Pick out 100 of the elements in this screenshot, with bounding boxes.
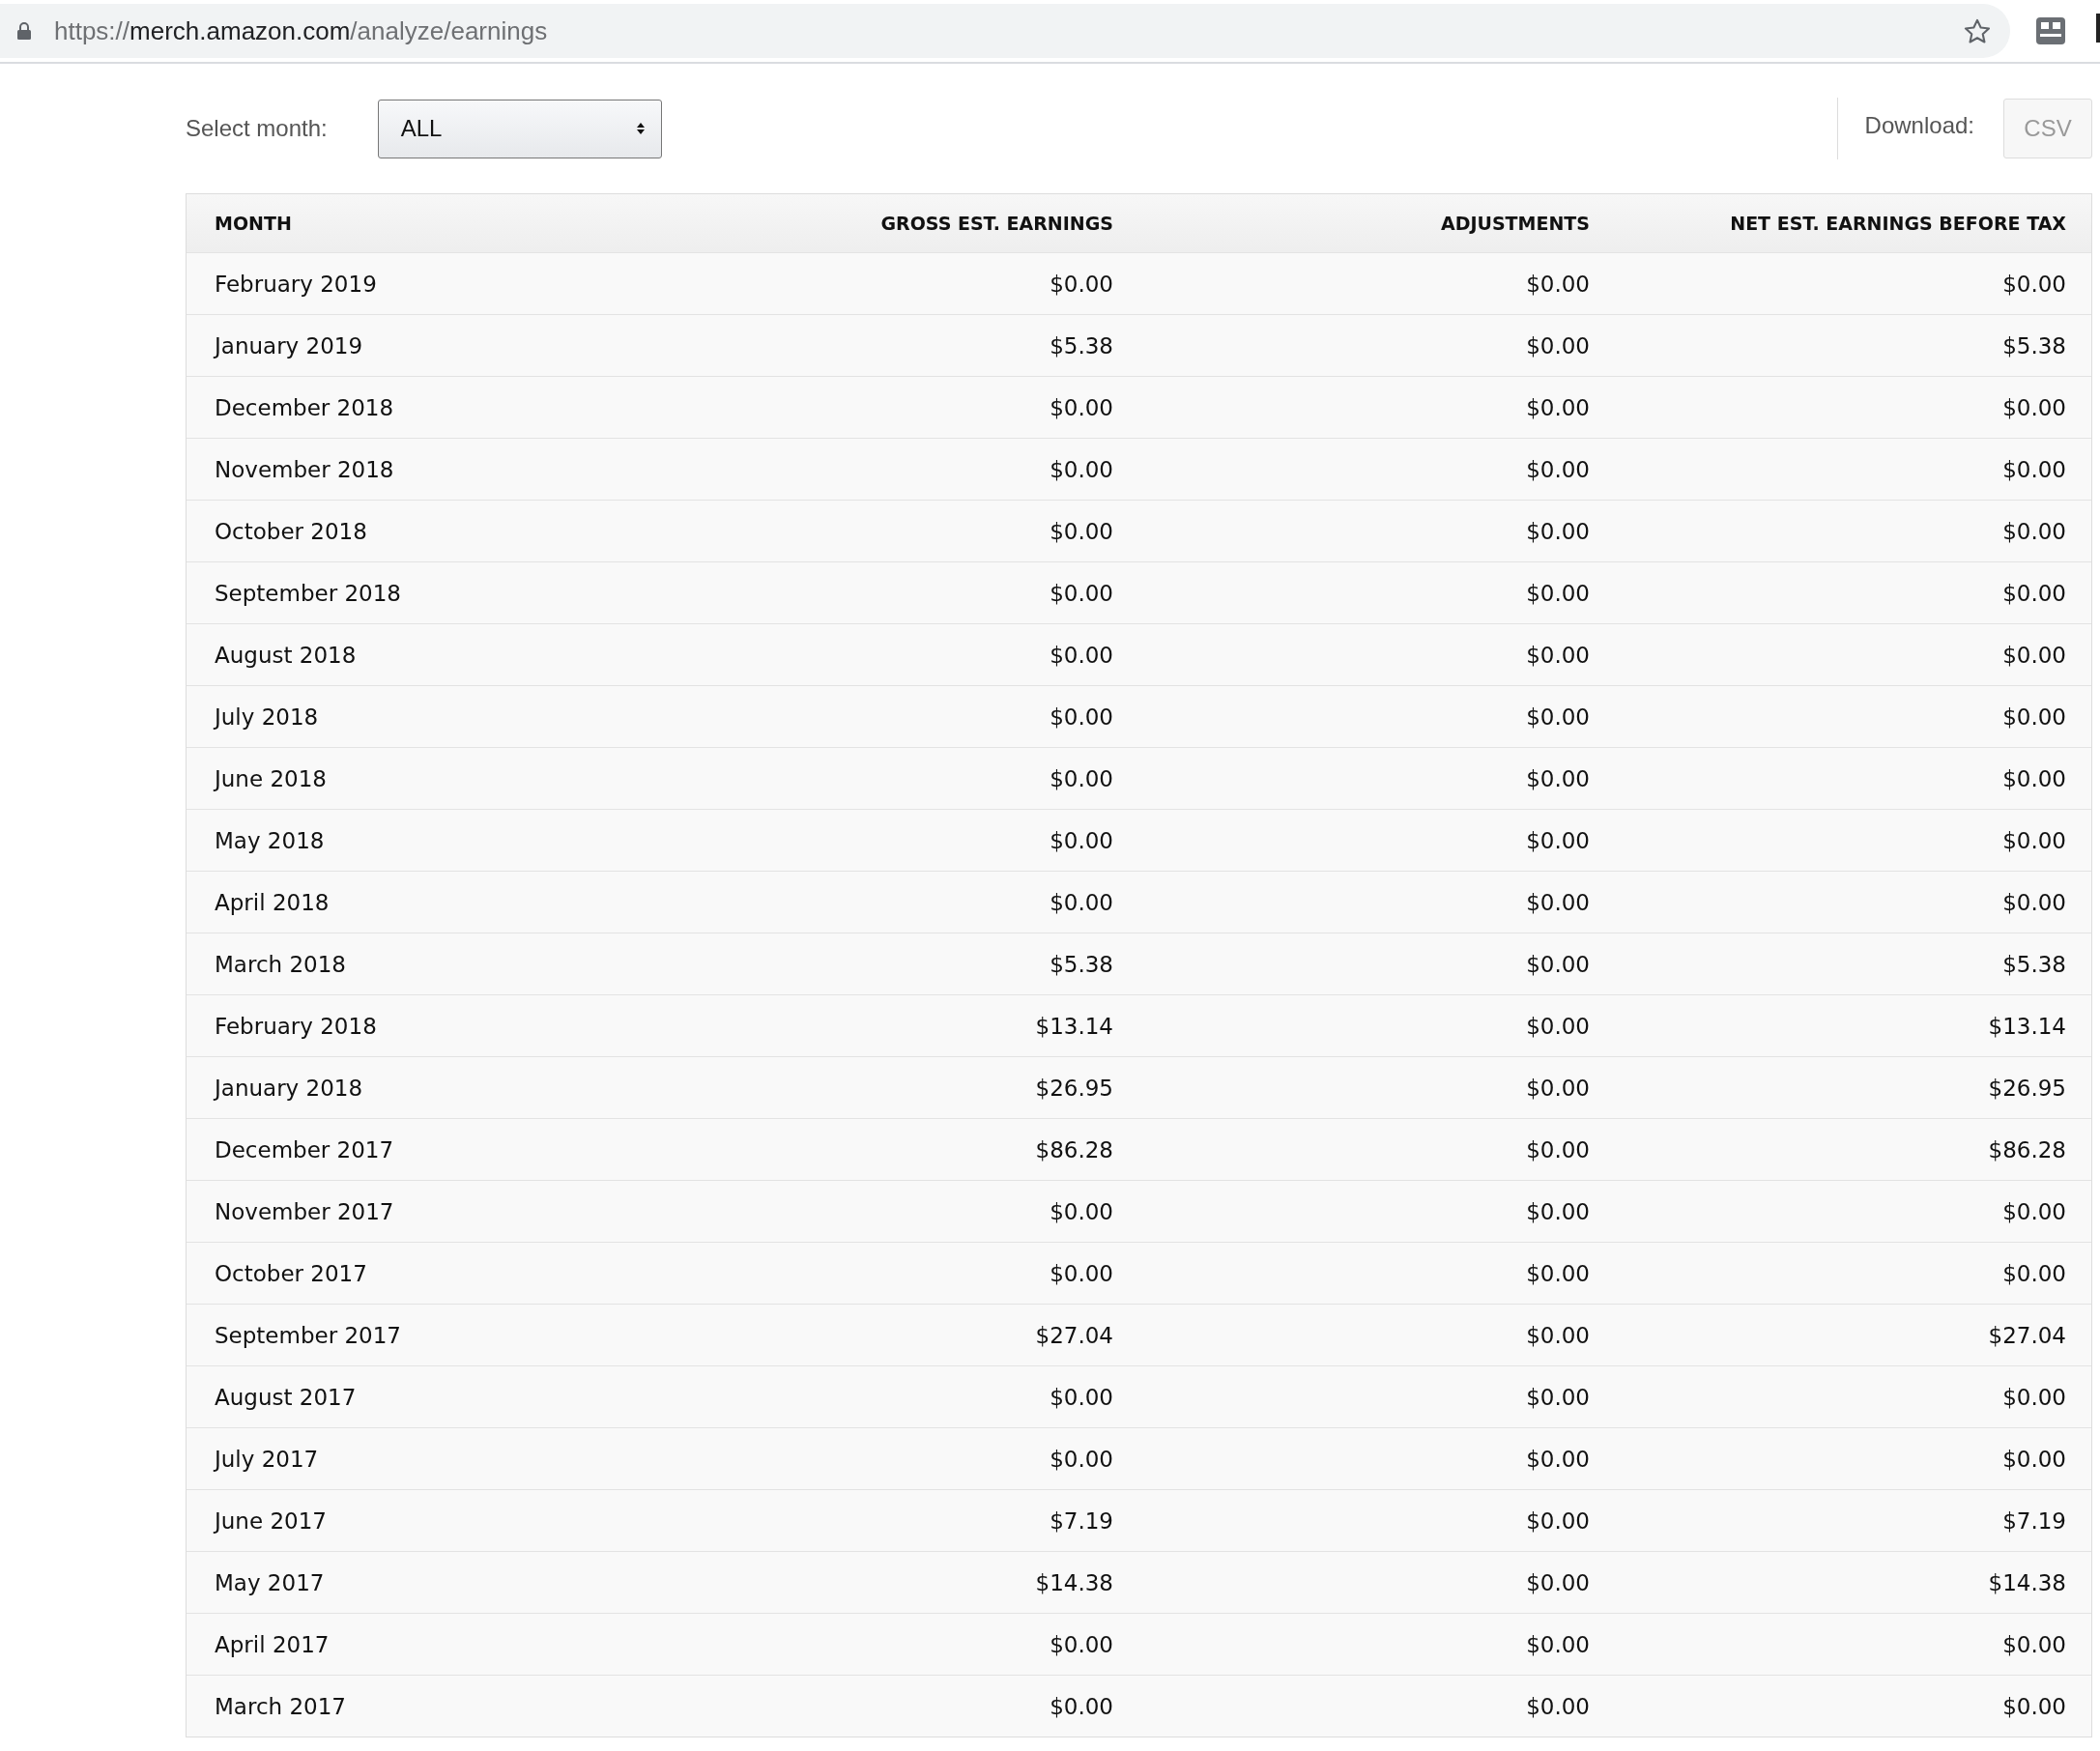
table-cell-text: January 2018: [215, 1075, 364, 1101]
table-cell: $0.00: [2002, 703, 2066, 730]
table-cell: $0.00: [2002, 1631, 2066, 1657]
download-label: Download:: [1864, 112, 1974, 139]
table-cell: $0.00: [1526, 518, 1590, 544]
table-cell: $0.00: [1526, 1693, 1590, 1719]
address-bar[interactable]: https://merch.amazon.com/analyze/earnings: [0, 4, 2010, 58]
table-cell: $0.00: [2002, 889, 2066, 915]
table-cell-text: August 2018: [215, 642, 358, 668]
table-cell-text: June 2017: [215, 1507, 328, 1534]
table-cell: $0.00: [2002, 827, 2066, 853]
table-cell: $0.00: [1526, 1136, 1590, 1163]
table-cell: $0.00: [1526, 642, 1590, 668]
table-cell-text: July 2017: [215, 1446, 320, 1472]
table-cell: $0.00: [1050, 1693, 1113, 1719]
column-header: ADJUSTMENTS: [1440, 213, 1590, 234]
spinner-arrows-icon: [635, 121, 646, 136]
table-cell: $26.95: [1035, 1075, 1113, 1101]
table-cell: $0.00: [1050, 518, 1113, 544]
column-header: MONTH: [215, 213, 293, 234]
column-header: GROSS EST. EARNINGS: [880, 213, 1113, 234]
table-cell-text: April 2018: [215, 889, 331, 915]
table-cell-text: May 2018: [215, 827, 326, 853]
table-cell: $14.38: [1988, 1569, 2066, 1595]
table-cell-text: June 2018: [215, 765, 328, 791]
table-cell: $0.00: [1050, 394, 1113, 420]
table-cell: $5.38: [2002, 951, 2066, 977]
table-cell: $0.00: [1050, 1446, 1113, 1472]
table-cell: $0.00: [1050, 765, 1113, 791]
table-cell: $7.19: [2002, 1507, 2066, 1534]
table-cell-text: November 2017: [215, 1198, 395, 1224]
table-cell: $0.00: [1526, 456, 1590, 482]
table-cell: $0.00: [2002, 642, 2066, 668]
select-month-label: Select month:: [186, 115, 328, 142]
table-cell: $0.00: [1526, 889, 1590, 915]
table-cell: $86.28: [1988, 1136, 2066, 1163]
table-cell: $0.00: [1526, 1507, 1590, 1534]
table-cell: $0.00: [2002, 394, 2066, 420]
table-cell: $27.04: [1035, 1322, 1113, 1348]
table-cell: $0.00: [1050, 1260, 1113, 1286]
table-cell-text: February 2019: [215, 271, 378, 297]
table-cell: $0.00: [1526, 1569, 1590, 1595]
table-cell: $0.00: [2002, 1198, 2066, 1224]
table-cell-text: December 2018: [215, 394, 395, 420]
table-cell: $5.38: [2002, 332, 2066, 359]
table-cell: $0.00: [2002, 271, 2066, 297]
table-cell-text: August 2017: [215, 1384, 358, 1410]
table-cell: $0.00: [1526, 394, 1590, 420]
table-cell: $0.00: [1050, 1384, 1113, 1410]
table-cell: $0.00: [1526, 1075, 1590, 1101]
table-cell: $13.14: [1988, 1013, 2066, 1039]
table-cell-text: October 2017: [215, 1260, 368, 1286]
table-cell: $0.00: [1050, 456, 1113, 482]
table-cell-text: November 2018: [215, 456, 395, 482]
table-cell-text: July 2018: [215, 703, 320, 730]
table-cell-text: April 2017: [215, 1631, 331, 1657]
table-cell: $0.00: [1526, 1446, 1590, 1472]
table-cell: $13.14: [1035, 1013, 1113, 1039]
table-cell: $0.00: [2002, 456, 2066, 482]
table-cell: $26.95: [1988, 1075, 2066, 1101]
table-cell: $27.04: [1988, 1322, 2066, 1348]
table-cell: $0.00: [1526, 1384, 1590, 1410]
table-cell: $0.00: [1050, 580, 1113, 606]
table-cell: $0.00: [1050, 1198, 1113, 1224]
table-cell: $7.19: [1050, 1507, 1113, 1534]
table-cell-text: March 2018: [215, 951, 347, 977]
column-header: NET EST. EARNINGS BEFORE TAX: [1730, 213, 2066, 234]
table-cell: $0.00: [2002, 765, 2066, 791]
table-cell: $0.00: [2002, 580, 2066, 606]
table-cell: $0.00: [1526, 1631, 1590, 1657]
lock-icon: [17, 22, 31, 40]
table-cell: $0.00: [1526, 1198, 1590, 1224]
table-cell: $0.00: [1050, 1631, 1113, 1657]
table-cell: $0.00: [2002, 1260, 2066, 1286]
table-cell: $86.28: [1035, 1136, 1113, 1163]
table-cell: $0.00: [1526, 332, 1590, 359]
month-select[interactable]: ALL: [377, 99, 662, 158]
table-cell-text: March 2017: [215, 1693, 347, 1719]
table-cell: $0.00: [1526, 951, 1590, 977]
table-cell-text: September 2018: [215, 580, 402, 606]
table-cell: $0.00: [2002, 1693, 2066, 1719]
url-text: https://merch.amazon.com/analyze/earnings: [54, 15, 549, 46]
table-cell: $0.00: [1526, 1322, 1590, 1348]
star-icon[interactable]: [1964, 17, 1991, 44]
table-cell-text: December 2017: [215, 1136, 395, 1163]
table-cell: $0.00: [1526, 580, 1590, 606]
table-cell: $0.00: [1526, 827, 1590, 853]
table-cell: $0.00: [1526, 271, 1590, 297]
table-cell-text: February 2018: [215, 1013, 378, 1039]
extension-icon[interactable]: [2035, 16, 2066, 45]
table-cell-text: September 2017: [215, 1322, 402, 1348]
table-cell: $5.38: [1050, 332, 1113, 359]
table-cell-text: January 2019: [215, 332, 364, 359]
table-cell: $0.00: [1526, 703, 1590, 730]
table-cell: $0.00: [1050, 889, 1113, 915]
table-cell: $0.00: [1526, 1013, 1590, 1039]
table-cell: $0.00: [1050, 703, 1113, 730]
table-cell: $0.00: [1526, 765, 1590, 791]
table-cell: $0.00: [2002, 1384, 2066, 1410]
table-cell: $0.00: [2002, 518, 2066, 544]
